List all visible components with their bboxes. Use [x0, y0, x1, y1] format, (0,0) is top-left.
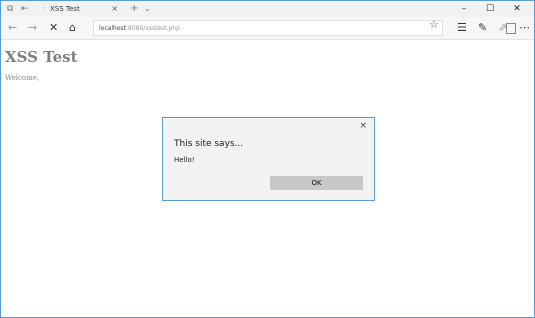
loading-icon: · [43, 4, 46, 13]
stop-icon[interactable]: ✕ [49, 21, 58, 35]
reading-view-icon[interactable] [506, 23, 516, 34]
dialog-title: This site says... [174, 139, 244, 149]
address-bar[interactable]: localhost:8080/xsstest.php [93, 20, 516, 36]
url-path: :8080/xsstest.php [125, 25, 180, 32]
url-text[interactable]: localhost:8080/xsstest.php [99, 21, 180, 36]
dialog-close-icon[interactable]: × [359, 121, 367, 131]
pen-icon[interactable]: ✎ [478, 21, 487, 35]
tab-title: XSS Test [50, 5, 80, 13]
browser-window: ⧉ ⇤ · XSS Test × + ⌄ – ☐ ✕ ← → ✕ ⌂ local… [0, 0, 535, 318]
title-bar: ⧉ ⇤ · XSS Test × + ⌄ – ☐ ✕ [1, 1, 534, 17]
welcome-text: Welcome, [5, 74, 40, 82]
url-host: localhost [99, 25, 126, 32]
tab-xss-test[interactable]: · XSS Test × [38, 1, 122, 17]
set-aside-tabs-icon[interactable]: ⇤ [21, 3, 29, 15]
home-icon[interactable]: ⌂ [69, 21, 76, 35]
minimize-icon[interactable]: – [453, 1, 475, 17]
alert-dialog: × This site says... Hello! OK [162, 117, 375, 201]
share-icon[interactable]: ⇗ [498, 21, 507, 35]
tab-list-chevron-icon[interactable]: ⌄ [144, 1, 151, 17]
dialog-message: Hello! [174, 156, 195, 164]
maximize-icon[interactable]: ☐ [479, 1, 501, 17]
navigation-bar: ← → ✕ ⌂ localhost:8080/xsstest.php ☆ ☰ ✎… [1, 17, 534, 40]
page-heading: XSS Test [5, 48, 78, 66]
tab-close-icon[interactable]: × [111, 1, 118, 17]
tab-preview-icon[interactable]: ⧉ [7, 3, 13, 15]
more-icon[interactable]: ⋯ [519, 21, 530, 35]
new-tab-icon[interactable]: + [130, 1, 138, 16]
close-window-icon[interactable]: ✕ [506, 1, 528, 17]
favorites-star-icon[interactable]: ☆ [429, 17, 439, 32]
back-icon[interactable]: ← [8, 21, 17, 35]
hub-icon[interactable]: ☰ [457, 21, 467, 35]
ok-button[interactable]: OK [270, 176, 363, 190]
forward-icon[interactable]: → [28, 21, 37, 35]
